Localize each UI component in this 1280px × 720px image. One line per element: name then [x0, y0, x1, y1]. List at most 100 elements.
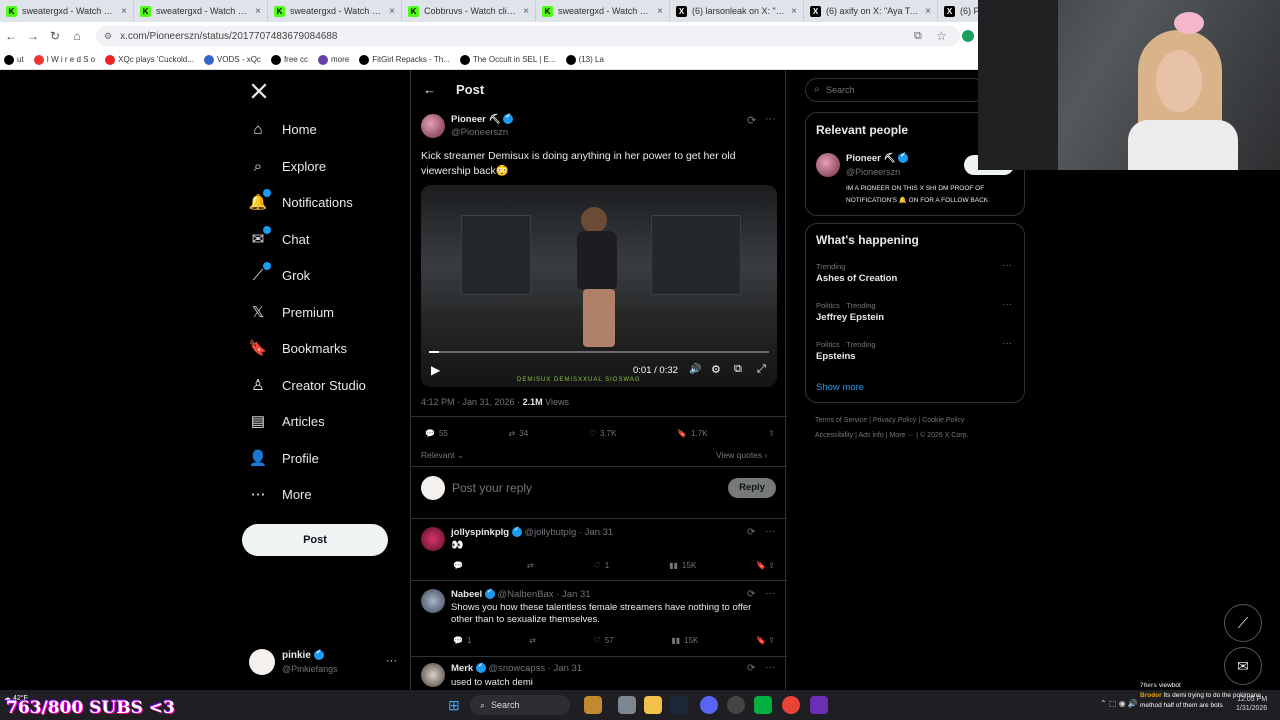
- close-tab-icon[interactable]: ×: [121, 6, 127, 17]
- browser-tab[interactable]: X (6) larsonleak on X: "Joshu ×: [670, 0, 804, 22]
- grok-icon[interactable]: ⟳: [747, 527, 755, 538]
- browser-tab[interactable]: X (6) axify on X: "Aya Tanjali ×: [804, 0, 938, 22]
- reply-avatar[interactable]: [421, 527, 445, 551]
- reply-action[interactable]: 💬: [453, 561, 467, 570]
- star-icon[interactable]: ☆: [936, 29, 947, 43]
- bookmark-item[interactable]: ut: [4, 54, 24, 65]
- bookmark-icon[interactable]: 🔖 ⇪: [756, 561, 775, 570]
- grok-float-icon[interactable]: ⟋: [1224, 604, 1262, 642]
- author-handle[interactable]: @Pioneerszn: [451, 127, 508, 138]
- windows-start-icon[interactable]: ⊞: [448, 697, 460, 714]
- taskbar-clock[interactable]: 12:05 PM 1/31/2026: [1236, 695, 1267, 713]
- browser-tab[interactable]: Ksweatergxd - Watch clips o ×: [536, 0, 670, 22]
- views-action[interactable]: ▮▮ 15K: [669, 561, 696, 570]
- footer-link[interactable]: Privacy Policy: [873, 417, 917, 424]
- footer-link[interactable]: Ads info: [858, 432, 883, 439]
- reply-more-icon[interactable]: ···: [765, 662, 775, 673]
- reply-avatar[interactable]: [421, 663, 445, 687]
- bookmark-item[interactable]: more: [317, 54, 349, 65]
- tray-icons[interactable]: ⌃ ⬚ ◉ 🔊: [1100, 699, 1138, 708]
- x-logo-icon[interactable]: [250, 82, 268, 100]
- bookmark-icon[interactable]: 🔖 ⇪: [756, 636, 775, 645]
- post-button[interactable]: Post: [242, 524, 388, 556]
- grok-icon[interactable]: ⟳: [747, 589, 755, 600]
- grok-icon[interactable]: ⟳: [747, 114, 756, 127]
- nav-item-profile[interactable]: 👤 Profile: [248, 448, 319, 468]
- taskbar-app-icon[interactable]: [584, 696, 602, 714]
- reply-item[interactable]: jollyspinkplg @jollybutplg · Jan 31 👀 ⟳ …: [411, 519, 787, 581]
- messages-float-icon[interactable]: ✉: [1224, 647, 1262, 685]
- person-avatar[interactable]: [816, 153, 840, 177]
- reply-avatar[interactable]: [421, 589, 445, 613]
- views-action[interactable]: ▮▮ 15K: [671, 636, 698, 645]
- reply-input[interactable]: Post your reply: [452, 481, 532, 495]
- like-action[interactable]: ♡ 3.7K: [589, 429, 617, 438]
- trend-more-icon[interactable]: ···: [1002, 299, 1012, 310]
- repost-action[interactable]: ⇄ 34: [509, 429, 529, 438]
- browser-tab[interactable]: Ksweatergxd - Watch clips o ×: [134, 0, 268, 22]
- footer-link[interactable]: © 2026 X Corp.: [920, 432, 968, 439]
- nav-item-grok[interactable]: ⟋ Grok: [248, 262, 310, 285]
- trend-more-icon[interactable]: ···: [1002, 338, 1012, 349]
- taskbar-search[interactable]: ⌕ Search: [470, 695, 570, 715]
- bookmark-item[interactable]: FitGirl Repacks - Th...: [359, 54, 450, 65]
- file-explorer-icon[interactable]: [644, 696, 662, 714]
- footer-link[interactable]: Cookie Policy: [922, 417, 964, 424]
- account-avatar[interactable]: [249, 649, 275, 675]
- video-progress-track[interactable]: [429, 351, 769, 353]
- close-tab-icon[interactable]: ×: [925, 6, 931, 17]
- reload-icon[interactable]: ↻: [44, 29, 66, 43]
- trend-name[interactable]: Jeffrey Epstein: [816, 312, 884, 323]
- browser-tab[interactable]: Ksweatergxd - Watch clips o ×: [268, 0, 402, 22]
- account-name[interactable]: pinkie: [282, 648, 324, 661]
- view-quotes-link[interactable]: View quotes ›: [716, 450, 767, 460]
- share-icon[interactable]: ⇪: [768, 429, 775, 438]
- bookmark-item[interactable]: (13) La: [565, 54, 604, 65]
- settings-gear-icon[interactable]: ⚙: [711, 363, 721, 376]
- nav-item-premium[interactable]: 𝕏 Premium: [248, 302, 334, 322]
- like-action[interactable]: ♡ 57: [594, 636, 614, 645]
- reply-item[interactable]: Merk @snowcapss · Jan 31 used to watch d…: [411, 657, 787, 690]
- trend-more-icon[interactable]: ···: [1002, 260, 1012, 271]
- extension-icon[interactable]: [962, 30, 974, 42]
- trend-name[interactable]: Ashes of Creation: [816, 273, 897, 284]
- reply-button[interactable]: Reply: [728, 478, 776, 498]
- bookmark-item[interactable]: The Occult in SEL | E...: [459, 54, 556, 65]
- reply-action[interactable]: 💬 1: [453, 636, 471, 645]
- nav-item-notifications[interactable]: 🔔 Notifications: [248, 189, 353, 212]
- person-name[interactable]: Pioneer ⛏: [846, 151, 909, 164]
- taskbar-app-icon[interactable]: [618, 696, 636, 714]
- url-field[interactable]: ⚙ x.com/Pioneerszn/status/20177074836790…: [96, 26, 960, 46]
- repost-action[interactable]: ⇄: [527, 561, 534, 570]
- footer-link[interactable]: Accessibility: [815, 432, 853, 439]
- close-tab-icon[interactable]: ×: [255, 6, 261, 17]
- site-settings-icon[interactable]: ⚙: [104, 31, 112, 42]
- play-icon[interactable]: ▶: [431, 363, 440, 377]
- nav-item-bookmarks[interactable]: 🔖 Bookmarks: [248, 338, 347, 358]
- volume-icon[interactable]: 🔊: [689, 364, 701, 375]
- bookmark-item[interactable]: XQc plays 'Cuckold...: [105, 54, 194, 65]
- grok-icon[interactable]: ⟳: [747, 663, 755, 674]
- steam-icon[interactable]: [670, 696, 688, 714]
- browser-tab[interactable]: K Cobbruvs - Watch clips on ×: [402, 0, 536, 22]
- show-more-link[interactable]: Show more: [816, 382, 864, 393]
- close-tab-icon[interactable]: ×: [791, 6, 797, 17]
- taskbar-app-icon[interactable]: [754, 696, 772, 714]
- discord-icon[interactable]: [700, 696, 718, 714]
- bookmark-item[interactable]: I W i r e d S o: [33, 54, 95, 65]
- nav-item-chat[interactable]: ✉ Chat: [248, 226, 309, 249]
- repost-action[interactable]: ⇄: [529, 636, 536, 645]
- install-icon[interactable]: ⧉: [914, 30, 922, 43]
- reply-more-icon[interactable]: ···: [765, 526, 775, 537]
- nav-item-explore[interactable]: ⌕ Explore: [248, 156, 326, 176]
- fullscreen-icon[interactable]: ⤢: [757, 363, 766, 376]
- back-arrow-icon[interactable]: ←: [423, 82, 436, 97]
- pip-icon[interactable]: ⧉: [734, 363, 742, 376]
- reply-action[interactable]: 💬 55: [425, 429, 448, 438]
- home-icon[interactable]: ⌂: [66, 29, 88, 43]
- back-icon[interactable]: ←: [0, 29, 22, 43]
- nav-item-more[interactable]: ⋯ More: [248, 484, 312, 504]
- nav-item-home[interactable]: ⌂ Home: [248, 119, 316, 139]
- search-input[interactable]: ⌕ Search: [805, 78, 985, 102]
- obs-icon[interactable]: [727, 696, 745, 714]
